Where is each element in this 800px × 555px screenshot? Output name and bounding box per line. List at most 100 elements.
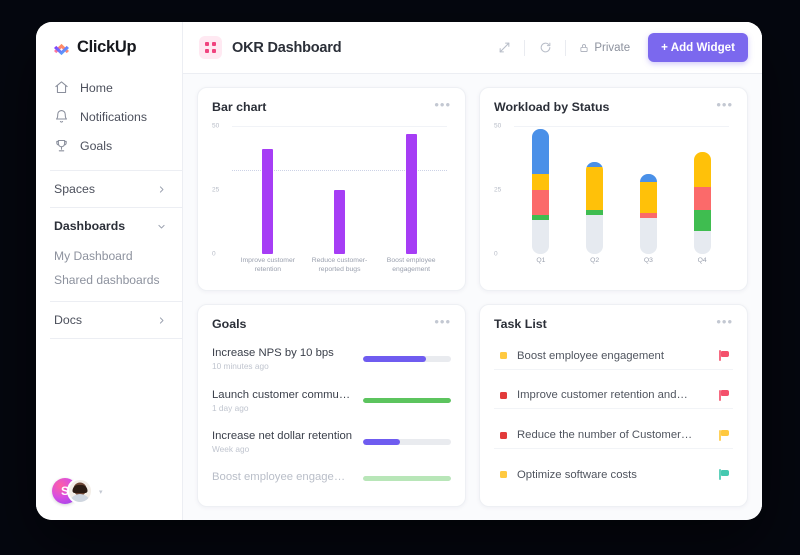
sidebar-group-label: Dashboards	[54, 219, 126, 233]
home-icon	[54, 80, 69, 95]
bar[interactable]	[334, 189, 345, 254]
goal-row[interactable]: Launch customer community 1 day ago	[212, 389, 451, 413]
bar-column[interactable]	[232, 126, 304, 254]
stack-segment-in-review[interactable]	[693, 210, 711, 231]
avatar-hair	[72, 484, 88, 493]
stack-segment-backlog[interactable]	[693, 230, 711, 254]
task-row[interactable]: Boost employee engagement	[494, 343, 733, 370]
x-axis-tick-label: Reduce customer-reported bugs	[311, 256, 368, 274]
stack-segment-backlog[interactable]	[639, 217, 657, 254]
y-axis-tick-label: 0	[494, 250, 498, 258]
status-badge[interactable]	[500, 391, 507, 399]
stack-segment-blocked[interactable]	[693, 187, 711, 211]
chevron-down-icon[interactable]: ▾	[99, 488, 103, 496]
flag-cloth	[720, 350, 729, 357]
stacked-bar-column[interactable]	[622, 126, 676, 254]
stack-segment-active[interactable]	[639, 182, 657, 213]
stack-segment-blocked[interactable]	[532, 189, 550, 216]
task-row[interactable]: Optimize software costs	[494, 462, 733, 488]
goal-progress-bar[interactable]	[363, 439, 451, 445]
goal-meta: Increase NPS by 10 bps 10 minutes ago	[212, 347, 353, 371]
bar-column[interactable]	[304, 126, 376, 254]
privacy-toggle[interactable]: Private	[573, 42, 636, 54]
sidebar-item-notifications[interactable]: Notifications	[36, 102, 182, 131]
bar[interactable]	[262, 148, 274, 254]
page-title: OKR Dashboard	[232, 39, 342, 56]
refresh-icon[interactable]	[532, 35, 558, 61]
goal-progress-bar[interactable]	[363, 356, 451, 362]
sidebar-group-label: Spaces	[54, 182, 96, 196]
expand-arrows-icon[interactable]	[491, 35, 517, 61]
x-axis-tick-label: Q1	[536, 256, 546, 264]
stacked-bar[interactable]	[586, 161, 604, 254]
sidebar-group-spaces[interactable]: Spaces	[36, 171, 182, 207]
status-badge[interactable]	[500, 471, 507, 479]
stacked-bar[interactable]	[639, 174, 657, 254]
stack-segment-backlog[interactable]	[586, 215, 604, 254]
goal-timestamp: 10 minutes ago	[212, 361, 269, 372]
stacked-bar-column[interactable]	[514, 126, 568, 254]
bell-icon	[54, 109, 69, 124]
goal-row[interactable]: Boost employee engagement	[212, 471, 451, 485]
stacked-bar-column[interactable]	[568, 126, 622, 254]
goal-progress-bar[interactable]	[363, 397, 451, 404]
stacked-bar[interactable]	[693, 151, 711, 254]
flag-cloth	[720, 430, 729, 437]
sidebar-group-label: Docs	[54, 313, 83, 327]
card-header: Task List •••	[494, 315, 733, 331]
avatar[interactable]	[67, 478, 93, 504]
avatar-stack[interactable]: S ▾	[52, 476, 103, 506]
goal-row[interactable]: Increase net dollar retention Week ago	[212, 430, 451, 454]
priority-flag-icon[interactable]	[719, 469, 729, 481]
status-badge[interactable]	[500, 431, 507, 439]
sidebar-item-home[interactable]: Home	[36, 73, 182, 102]
priority-flag-icon[interactable]	[719, 389, 729, 401]
priority-flag-icon[interactable]	[719, 350, 729, 362]
stack-segment-active[interactable]	[532, 174, 550, 190]
stack-segment-active[interactable]	[693, 151, 711, 188]
x-axis-tick-label: Boost employee engagement	[386, 256, 436, 274]
workload-chart-body: 0 25 50 Q1 Q2 Q3 Q4	[494, 118, 733, 280]
status-badge[interactable]	[500, 352, 507, 360]
card-title: Task List	[494, 316, 547, 331]
task-row[interactable]: Improve customer retention and…	[494, 382, 733, 410]
bar-column[interactable]	[375, 126, 447, 254]
sidebar-item-shared-dashboards[interactable]: Shared dashboards	[36, 268, 182, 292]
brand[interactable]: ClickUp	[36, 22, 182, 71]
task-name: Reduce the number of Customer…	[517, 429, 693, 442]
grid-icon	[199, 36, 222, 59]
sidebar-item-my-dashboard[interactable]: My Dashboard	[36, 244, 182, 268]
stack-segment-complete[interactable]	[532, 128, 550, 175]
sidebar-user-area[interactable]: S ▾	[36, 476, 182, 520]
chevron-right-icon	[157, 185, 166, 194]
workload-series	[514, 126, 729, 254]
sidebar-group-dashboards[interactable]: Dashboards	[36, 208, 182, 244]
stack-segment-active[interactable]	[586, 166, 604, 211]
kebab-menu-icon[interactable]: •••	[716, 98, 733, 111]
y-axis-tick-label: 25	[212, 186, 220, 194]
task-row[interactable]: Reduce the number of Customer…	[494, 422, 733, 450]
task-name: Optimize software costs	[517, 468, 637, 481]
workload-chart-xlabels: Q1 Q2 Q3 Q4	[514, 256, 729, 280]
sidebar-group-docs[interactable]: Docs	[36, 302, 182, 338]
goal-progress-bar[interactable]	[363, 475, 451, 482]
bar[interactable]	[405, 133, 417, 254]
x-axis-tick-label: Q2	[590, 256, 600, 264]
kebab-menu-icon[interactable]: •••	[716, 315, 733, 328]
priority-flag-icon[interactable]	[719, 429, 729, 441]
sidebar-item-goals[interactable]: Goals	[36, 131, 182, 160]
goals-widget: Goals ••• Increase NPS by 10 bps 10 minut…	[197, 303, 466, 507]
stack-segment-backlog[interactable]	[532, 220, 550, 254]
stack-segment-complete[interactable]	[639, 174, 657, 183]
lock-icon	[580, 43, 588, 52]
stacked-bar-column[interactable]	[675, 126, 729, 254]
goal-name: Increase net dollar retention	[212, 429, 353, 442]
add-widget-button[interactable]: + Add Widget	[648, 33, 748, 62]
stacked-bar[interactable]	[532, 128, 550, 254]
card-header: Bar chart •••	[212, 98, 451, 114]
kebab-menu-icon[interactable]: •••	[434, 98, 451, 111]
kebab-menu-icon[interactable]: •••	[434, 315, 451, 328]
app-window: ClickUp Home Notifications Goals Spaces …	[36, 22, 762, 520]
goal-row[interactable]: Increase NPS by 10 bps 10 minutes ago	[212, 347, 451, 371]
topbar-divider	[524, 39, 526, 56]
